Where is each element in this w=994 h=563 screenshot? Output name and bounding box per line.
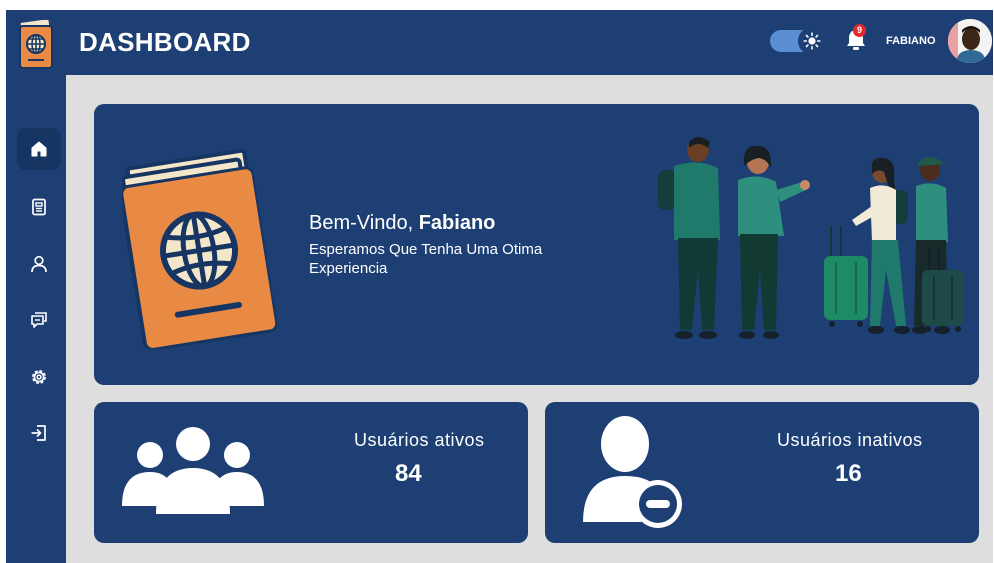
user-icon [31, 255, 47, 273]
document-icon [32, 198, 46, 216]
gear-icon [32, 370, 46, 384]
passport-icon [122, 148, 278, 349]
active-users-card[interactable]: Usuários ativos 84 [94, 402, 528, 543]
sidebar [6, 75, 66, 563]
page-title: DASHBOARD [79, 27, 251, 57]
theme-toggle[interactable] [770, 27, 826, 55]
active-users-label: Usuários ativos [354, 430, 485, 450]
top-bar: DASHBOARD 9 FABIANO [6, 10, 993, 75]
sidebar-item-logout[interactable] [17, 412, 61, 454]
travelers-illustration [658, 137, 964, 339]
sun-icon [803, 32, 821, 50]
inactive-users-count: 16 [835, 460, 862, 487]
welcome-banner: Bem-Vindo, Fabiano Esperamos Que Tenha U… [94, 104, 979, 385]
notification-badge: 9 [853, 24, 866, 37]
welcome-greeting: Bem-Vindo, Fabiano [309, 212, 495, 235]
passport-logo-icon [19, 20, 53, 69]
sidebar-item-home[interactable] [17, 128, 61, 170]
greeting-text: Bem-Vindo, [309, 212, 414, 234]
username[interactable]: FABIANO [886, 35, 936, 47]
traveler-figure [658, 137, 720, 339]
user-remove-icon [583, 416, 682, 528]
suitcase [824, 226, 868, 327]
active-users-count: 84 [395, 460, 422, 487]
sidebar-item-messages[interactable] [17, 299, 61, 341]
traveler-figure [738, 145, 810, 339]
home-icon [31, 141, 47, 157]
sidebar-item-documents[interactable] [17, 186, 61, 228]
logout-icon [31, 425, 46, 441]
toggle-knob[interactable] [798, 27, 826, 55]
welcome-subtitle: Esperamos Que Tenha Uma Otima Experienci… [309, 241, 543, 277]
sidebar-item-settings[interactable] [17, 356, 61, 398]
sidebar-item-users[interactable] [17, 243, 61, 285]
app-frame: DASHBOARD 9 FABIANO Bem-Vindo, Fabiano E… [6, 10, 993, 563]
inactive-users-label: Usuários inativos [777, 430, 923, 450]
chat-icon [31, 312, 47, 328]
greeting-name: Fabiano [418, 212, 496, 234]
users-group-icon [122, 427, 264, 514]
inactive-users-card[interactable]: Usuários inativos 16 [545, 402, 979, 543]
avatar[interactable] [948, 19, 992, 63]
